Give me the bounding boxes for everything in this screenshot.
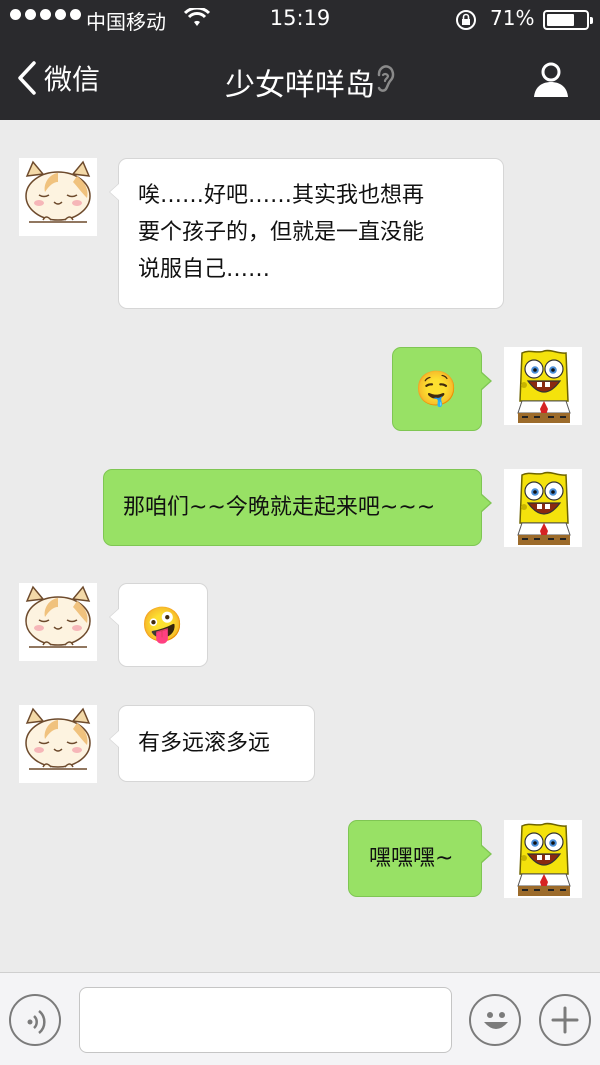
status-bar: 中国移动 15:19 71% [0, 0, 600, 38]
chat-info-person-icon[interactable] [531, 60, 571, 104]
spongebob-avatar[interactable] [504, 347, 582, 425]
battery-percent: 71% [490, 6, 535, 30]
cat-avatar[interactable] [19, 705, 97, 783]
message-bubble[interactable]: 唉……好吧……其实我也想再 要个孩子的，但就是一直没能 说服自己…… [109, 158, 504, 309]
more-button[interactable] [539, 994, 591, 1046]
voice-input-button[interactable] [9, 994, 61, 1046]
voice-wave-icon [27, 1010, 46, 1034]
chat-message-list[interactable]: 唉……好吧……其实我也想再 要个孩子的，但就是一直没能 说服自己…… 🤤 那咱们… [0, 120, 600, 972]
message-text: 有多远滚多远 [138, 731, 271, 756]
message-text: 唉……好吧……其实我也想再 [138, 183, 425, 208]
nav-bar: 微信 少女咩咩岛 [0, 38, 600, 120]
plus-icon [551, 1006, 579, 1034]
message-bubble[interactable]: 有多远滚多远 [109, 705, 315, 782]
input-bar [0, 972, 600, 1065]
message-bubble[interactable]: 嘿嘿嘿~ [348, 820, 492, 897]
chat-title: 少女咩咩岛 [225, 68, 375, 103]
cat-avatar[interactable] [19, 158, 97, 236]
spongebob-avatar[interactable] [504, 820, 582, 898]
drooling-emoji: 🤤 [415, 369, 458, 409]
message-text: 要个孩子的，但就是一直没能 [138, 220, 425, 245]
cat-avatar[interactable] [19, 583, 97, 661]
message-bubble[interactable]: 🤤 [392, 347, 492, 431]
emoji-button[interactable] [469, 994, 521, 1046]
rotation-lock-icon [455, 9, 477, 36]
spongebob-avatar[interactable] [504, 469, 582, 547]
message-bubble[interactable]: 🤪 [109, 583, 208, 667]
message-text: 嘿嘿嘿~ [369, 846, 454, 871]
message-text: 说服自己…… [138, 257, 271, 282]
message-input[interactable] [79, 987, 452, 1053]
message-bubble[interactable]: 那咱们~~今晚就走起来吧~~~ [103, 469, 492, 546]
battery-icon [543, 10, 593, 30]
zany-face-emoji: 🤪 [141, 605, 184, 645]
ear-icon [374, 64, 396, 98]
message-text: 那咱们~~今晚就走起来吧~~~ [123, 495, 436, 520]
smiley-icon [484, 1012, 508, 1029]
